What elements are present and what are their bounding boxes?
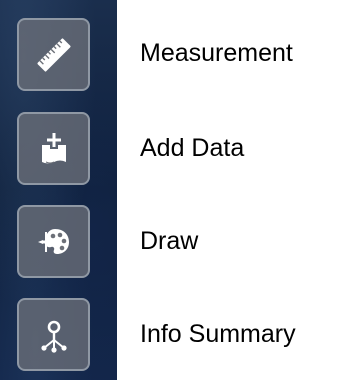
add-data-button[interactable] [17, 112, 90, 185]
draw-tool[interactable]: Draw [0, 201, 339, 281]
measurement-button[interactable] [17, 18, 90, 91]
info-summary-icon [40, 320, 67, 353]
add-data-icon [41, 132, 66, 163]
add-data-tool[interactable]: Add Data [0, 108, 339, 188]
ruler-icon [36, 37, 71, 72]
info-summary-tool[interactable]: Info Summary [0, 294, 339, 374]
measurement-label[interactable]: Measurement [140, 38, 293, 68]
measurement-tool[interactable]: Measurement [0, 14, 339, 94]
info-summary-button[interactable] [17, 298, 90, 371]
info-summary-label[interactable]: Info Summary [140, 319, 296, 349]
add-data-label[interactable]: Add Data [140, 133, 244, 163]
palette-icon [37, 228, 69, 254]
draw-label[interactable]: Draw [140, 226, 198, 256]
draw-button[interactable] [17, 205, 90, 278]
